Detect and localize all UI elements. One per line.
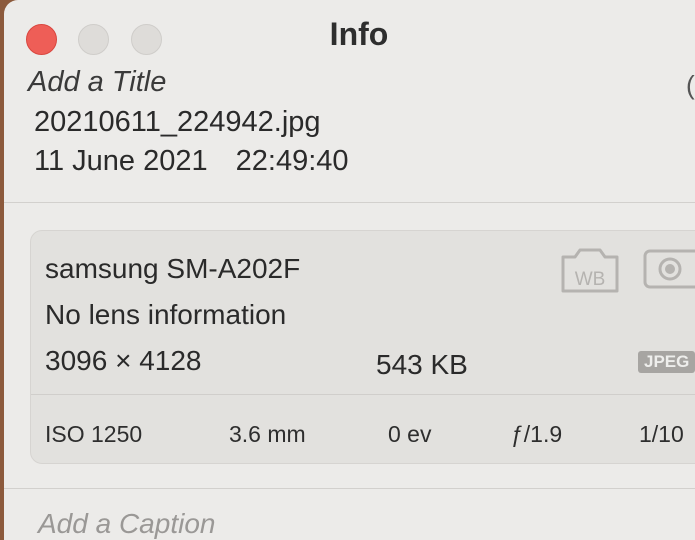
caption-divider (4, 488, 695, 489)
title-field[interactable]: Add a Title (28, 66, 166, 99)
camera-info-card: samsung SM-A202F No lens information 309… (30, 230, 695, 464)
camera-wb-icon: WB (561, 248, 619, 293)
iso-value: ISO 1250 (45, 421, 143, 447)
aperture: ƒ/1.9 (511, 421, 563, 447)
shutter-speed: 1/10 (639, 421, 684, 447)
file-size: 543 KB (376, 349, 468, 380)
image-dimensions: 3096 × 4128 (45, 345, 202, 376)
focal-length: 3.6 mm (229, 421, 306, 447)
card-divider (31, 394, 695, 395)
filename: 20210611_224942.jpg (34, 106, 321, 138)
window-title: Info (329, 16, 389, 52)
info-window: Info ( Add a Title 20210611_224942.jpg 1… (4, 0, 695, 540)
clipped-edge-glyph: ( (686, 70, 695, 100)
caption-field[interactable]: Add a Caption (38, 508, 215, 540)
title-bar[interactable]: Info (4, 0, 695, 70)
camera-model: samsung SM-A202F (45, 253, 301, 284)
format-badge: JPEG (638, 351, 695, 373)
date-value: 11 June 2021 (34, 145, 208, 177)
exposure-bias: 0 ev (388, 421, 432, 447)
time-value: 22:49:40 (235, 145, 349, 177)
live-photo-icon (643, 249, 695, 289)
header-divider (4, 202, 695, 203)
date-time: 11 June 2021 22:49:40 (34, 145, 349, 178)
wb-icon-label: WB (575, 269, 606, 290)
lens-info: No lens information (45, 299, 287, 330)
